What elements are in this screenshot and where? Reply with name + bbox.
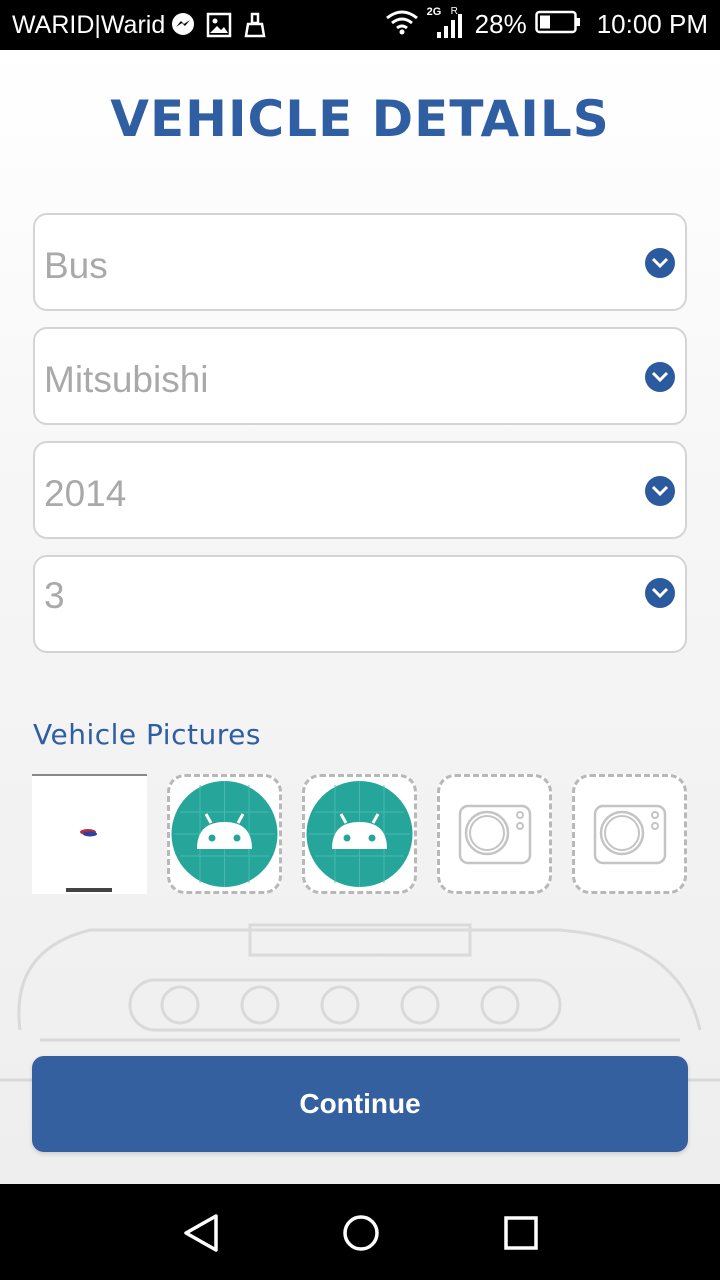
vehicle-count-value: 3 [44,575,65,616]
vehicle-year-dropdown[interactable]: 2014 [33,441,687,539]
chevron-down-icon [645,248,675,278]
back-icon[interactable] [176,1208,226,1258]
cleaner-icon [242,12,268,38]
continue-button[interactable]: Continue [32,1056,688,1152]
vehicle-make-value: Mitsubishi [44,359,209,400]
android-icon [306,781,413,887]
photo-content [66,829,112,892]
carrier-name: WARID|Warid [12,11,166,39]
vehicle-count-dropdown[interactable]: 3 [33,555,687,653]
vehicle-picture-slot[interactable] [302,774,417,894]
vehicle-details-screen: VEHICLE DETAILS Bus Mitsubishi 2014 3 Ve… [0,50,720,1184]
messenger-icon [170,12,196,38]
signal-icon: 2G R [427,6,467,40]
camera-icon [458,804,532,865]
vehicle-type-dropdown[interactable]: Bus [33,213,687,311]
vehicle-photo-thumbnail[interactable] [32,774,147,894]
vehicle-make-dropdown[interactable]: Mitsubishi [33,327,687,425]
navigation-bar [0,1184,720,1280]
wifi-icon [385,9,419,40]
vehicle-pictures-label: Vehicle Pictures [33,718,261,751]
vehicle-picture-slot[interactable] [167,774,282,894]
recents-icon[interactable] [496,1208,546,1258]
add-vehicle-picture-slot[interactable] [572,774,687,894]
vehicle-type-value: Bus [44,245,108,286]
chevron-down-icon [645,362,675,392]
add-vehicle-picture-slot[interactable] [437,774,552,894]
image-icon [206,12,232,38]
battery-percent: 28% [474,8,527,39]
clock: 10:00 PM [596,8,708,39]
chevron-down-icon [645,578,675,608]
chevron-down-icon [645,476,675,506]
android-icon [171,781,278,887]
home-icon[interactable] [336,1208,386,1258]
page-title: VEHICLE DETAILS [110,90,610,148]
vehicle-year-value: 2014 [44,473,127,514]
camera-icon [593,804,667,865]
status-bar: WARID|Warid 2G R 28% 10:00 PM [0,0,720,50]
battery-icon [534,10,581,39]
